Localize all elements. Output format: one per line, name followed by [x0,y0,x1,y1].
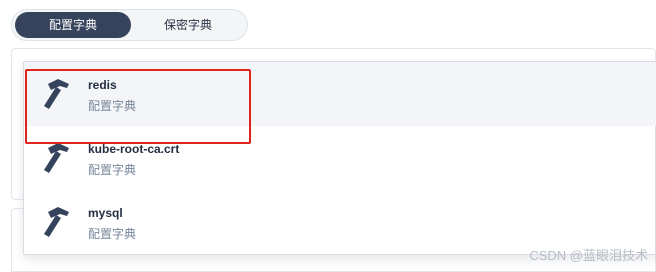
item-type: 配置字典 [88,163,137,177]
tab-config-dictionary[interactable]: 配置字典 [15,12,131,38]
hammer-icon [44,207,69,237]
item-type: 配置字典 [88,227,137,241]
dropdown-item-kube-root-ca[interactable]: kube-root-ca.crt 配置字典 [24,126,656,190]
hammer-icon [44,143,69,173]
dropdown-item-redis[interactable]: redis 配置字典 [24,62,656,126]
item-name: mysql [88,206,123,220]
item-name: kube-root-ca.crt [88,142,180,156]
watermark: CSDN @蓝眼泪技术 [529,248,648,263]
item-type: 配置字典 [88,99,137,113]
tab-secret-dictionary[interactable]: 保密字典 [130,12,246,38]
dictionary-dropdown-list: redis 配置字典 kube-root-ca.crt 配置字典 mysql 配… [23,61,656,255]
item-name: redis [88,78,117,92]
hammer-icon [44,79,69,109]
dictionary-type-toggle: 配置字典 保密字典 [11,9,248,41]
